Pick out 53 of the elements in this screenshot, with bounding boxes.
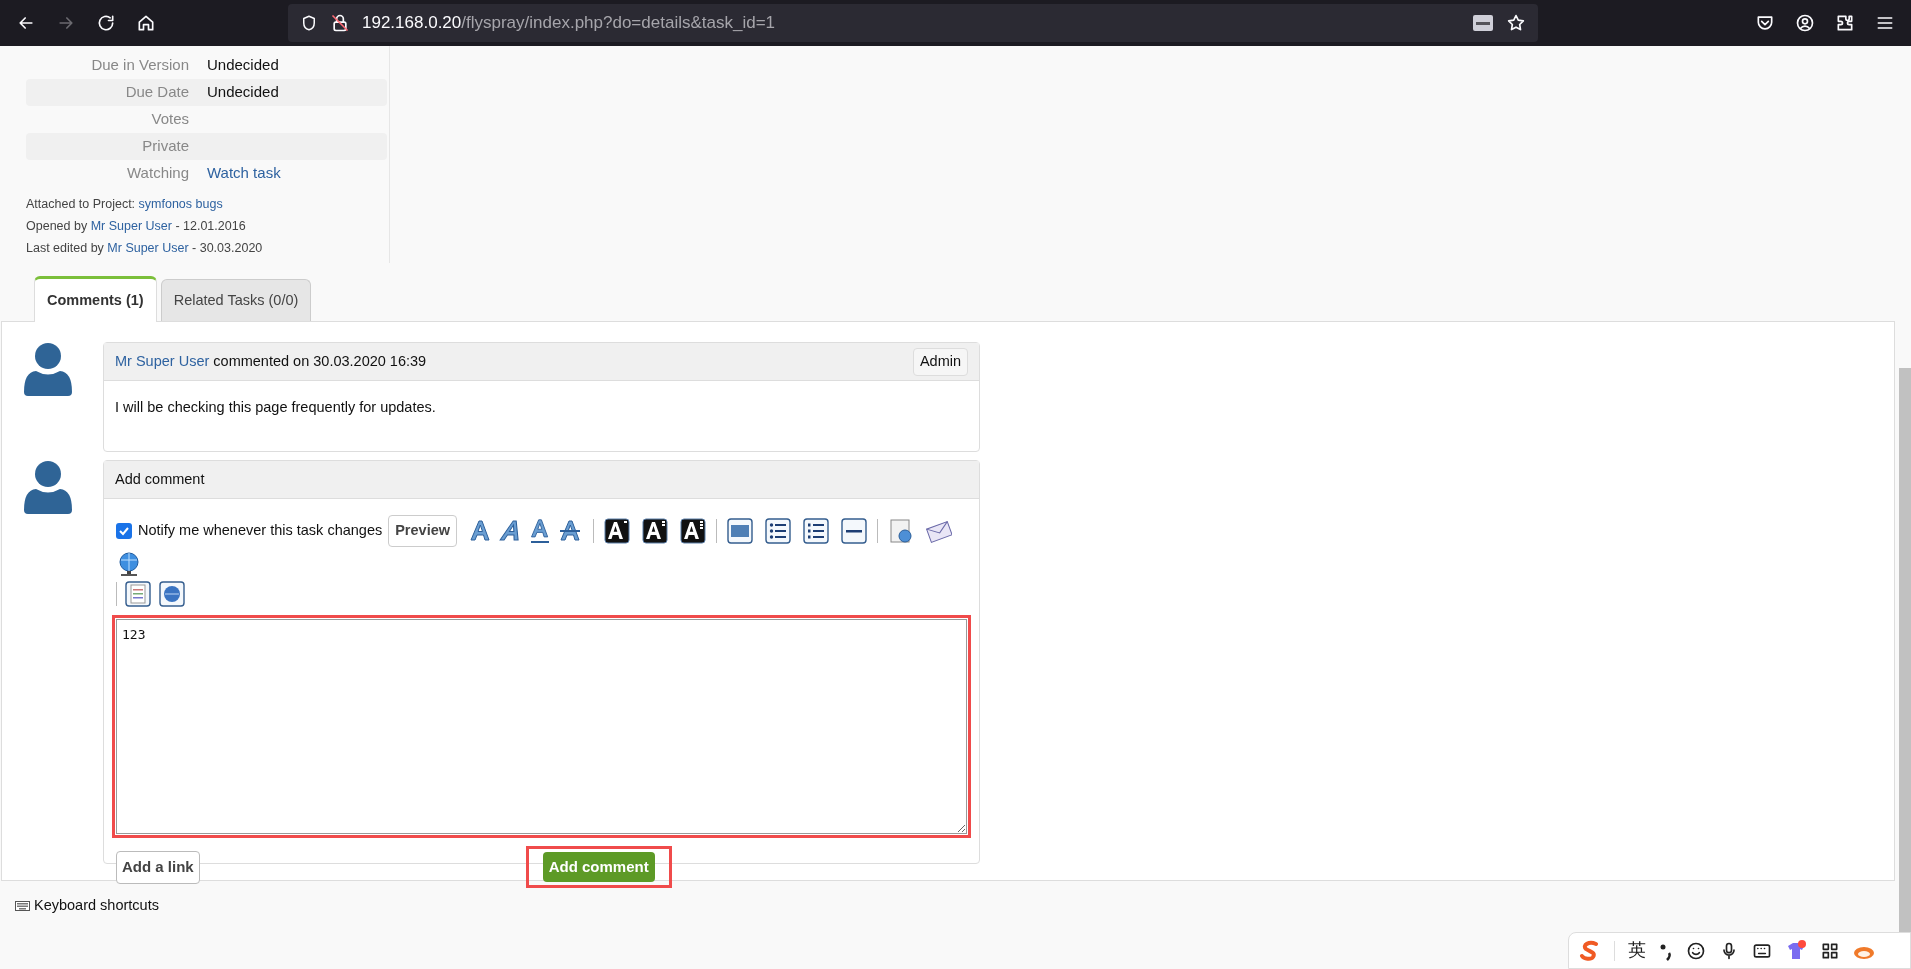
field-label: Private [141,136,189,157]
comment-body: I will be checking this page frequently for updates. [115,399,436,416]
notify-checkbox[interactable] [116,523,132,540]
author-link[interactable]: Mr Super User [115,352,210,369]
address-bar[interactable]: 192.168.0.20/flyspray/index.php?do=details&task_id=1 [288,4,1538,42]
bookmark-star-icon[interactable] [1506,13,1526,33]
task-meta-line: Attached to Project: symfonos bugs [26,196,224,213]
user-avatar-icon [22,460,74,515]
image-icon[interactable] [727,518,754,545]
heading-two-icon[interactable] [642,518,669,545]
url-text: 192.168.0.20/flyspray/index.php?do=details&task_id=1 [362,12,776,35]
reader-view-icon[interactable] [1472,13,1494,33]
tab[interactable]: Comments (1) [34,276,157,323]
bullet-list-icon[interactable] [765,518,792,545]
account-icon[interactable] [1795,13,1815,33]
home-icon[interactable] [136,13,156,33]
emoji-icon[interactable] [1686,940,1706,961]
shield-icon [300,14,318,32]
web-page-icon[interactable] [888,518,915,545]
notify-label: Notify me whenever this task changes [138,521,383,541]
meta-link[interactable]: Mr Super User [107,240,189,255]
field-value: Undecided [207,82,279,103]
meta-link[interactable]: symfonos bugs [138,197,223,211]
globe-network-icon[interactable] [116,551,142,578]
insecure-lock-icon [330,13,350,33]
field-label: Watching [126,163,189,184]
task-meta-line: Last edited by Mr Super User - 30.03.2020 [26,239,264,257]
keyboard-icon [15,901,30,912]
document-icon[interactable] [125,581,151,608]
preview-button[interactable]: Preview [388,515,458,548]
reload-icon[interactable] [96,13,116,33]
field-label: Due Date [124,82,189,103]
keyboard-shortcuts-link[interactable]: Keyboard shortcuts [34,895,159,917]
user-avatar-icon [22,342,74,397]
numbered-list-icon[interactable] [803,518,830,545]
field-value: Undecided [207,55,279,76]
watch-task-link[interactable]: Watch task [207,162,281,185]
add-comment-title: Add comment [115,469,205,489]
pocket-icon[interactable] [1755,13,1775,33]
extensions-icon[interactable] [1835,13,1855,33]
input-method-logo-icon[interactable] [1579,939,1601,962]
heading-one-icon[interactable] [604,518,631,545]
tab[interactable]: Related Tasks (0/0) [160,279,312,322]
meta-link[interactable]: Mr Super User [90,218,172,233]
add-link-button[interactable]: Add a link [116,850,200,884]
field-label: Due in Version [90,55,189,76]
field-label: Votes [150,109,189,130]
role-badge: Admin [912,347,968,376]
language-mode-toggle[interactable]: 英 [1628,937,1646,964]
comment-header: Mr Super User commented on 30.03.2020 16:39 [115,351,427,371]
heading-three-icon[interactable] [680,518,707,545]
task-meta-line: Opened by Mr Super User - 12.01.2016 [26,217,247,235]
comment-field[interactable]: 123 [116,619,967,835]
